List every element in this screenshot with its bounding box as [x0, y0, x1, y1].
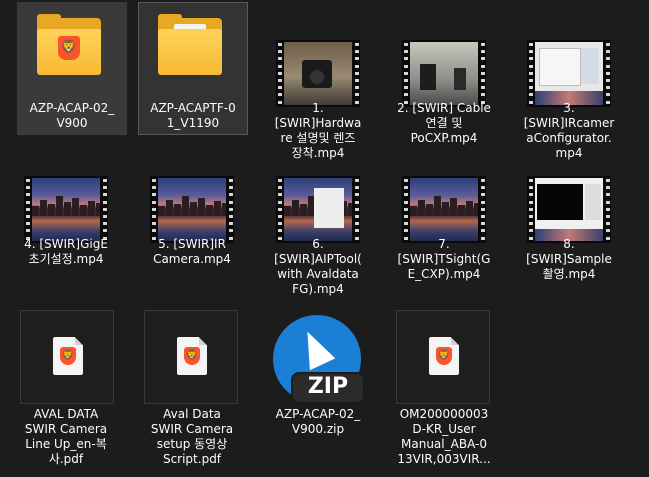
- film-perforation: [527, 176, 534, 243]
- file-name: AZP-ACAPTF-0 1_V1190: [150, 101, 236, 130]
- video-item[interactable]: 7. [SWIR]TSight(G E_CXP).mp4: [389, 164, 499, 294]
- film-perforation: [353, 176, 360, 243]
- file-name: 6. [SWIR]AIPTool( with Avaldata FG).mp4: [274, 237, 362, 296]
- zip-archive-icon: ZIP: [263, 310, 373, 405]
- file-name: AVAL DATA SWIR Camera Line Up_en-복 사.pdf: [24, 407, 108, 466]
- brave-lion-icon: 🦁: [436, 347, 452, 365]
- film-perforation: [402, 176, 409, 243]
- folder-item[interactable]: AZP-ACAPTF-0 1_V1190: [138, 2, 248, 135]
- film-perforation: [479, 176, 486, 243]
- pdf-file-icon: 🦁: [137, 310, 247, 405]
- file-name: 4. [SWIR]GigE 초기설정.mp4: [24, 237, 108, 266]
- pdf-item[interactable]: 🦁 OM200000003 D-KR_User Manual_ABA-0 13V…: [389, 310, 499, 475]
- film-perforation: [227, 176, 234, 243]
- brave-lion-icon: 🦁: [58, 36, 80, 60]
- film-perforation: [527, 40, 534, 107]
- pdf-item[interactable]: 🦁 AVAL DATA SWIR Camera Line Up_en-복 사.p…: [11, 310, 121, 475]
- pdf-item[interactable]: 🦁 Aval Data SWIR Camera setup 동영상 Script…: [137, 310, 247, 475]
- file-name: 8. [SWIR]Sample 촬영.mp4: [526, 237, 612, 281]
- video-item[interactable]: 5. [SWIR]IR Camera.mp4: [137, 164, 247, 274]
- folder-icon: [138, 2, 248, 97]
- video-item[interactable]: 2. [SWIR] Cable 연결 및 PoCXP.mp4: [389, 28, 499, 158]
- file-name: 3. [SWIR]IRcamer aConfigurator. mp4: [523, 101, 615, 160]
- file-name: 1. [SWIR]Hardwa re 설명및 렌즈 장착.mp4: [274, 101, 362, 160]
- video-item[interactable]: 3. [SWIR]IRcamer aConfigurator. mp4: [514, 28, 624, 160]
- file-name: AZP-ACAP-02_ V900: [29, 101, 115, 130]
- file-name: Aval Data SWIR Camera setup 동영상 Script.p…: [150, 407, 234, 466]
- brave-lion-icon: 🦁: [184, 347, 200, 365]
- file-name: 5. [SWIR]IR Camera.mp4: [153, 237, 231, 266]
- film-perforation: [276, 176, 283, 243]
- film-perforation: [402, 40, 409, 107]
- film-perforation: [276, 40, 283, 107]
- film-perforation: [479, 40, 486, 107]
- pdf-file-icon: 🦁: [389, 310, 499, 405]
- film-perforation: [353, 40, 360, 107]
- file-name: AZP-ACAP-02_ V900.zip: [275, 407, 361, 436]
- zip-item[interactable]: ZIP AZP-ACAP-02_ V900.zip: [263, 310, 373, 445]
- film-perforation: [101, 176, 108, 243]
- pdf-file-icon: 🦁: [11, 310, 121, 405]
- brave-lion-icon: 🦁: [60, 347, 76, 365]
- film-perforation: [604, 176, 611, 243]
- film-perforation: [150, 176, 157, 243]
- file-name: OM200000003 D-KR_User Manual_ABA-0 13VIR…: [397, 407, 491, 466]
- video-item[interactable]: 8. [SWIR]Sample 촬영.mp4: [514, 164, 624, 294]
- film-perforation: [604, 40, 611, 107]
- video-item[interactable]: 4. [SWIR]GigE 초기설정.mp4: [11, 164, 121, 274]
- folder-item[interactable]: 🦁 AZP-ACAP-02_ V900: [17, 2, 127, 135]
- folder-icon: 🦁: [17, 2, 127, 97]
- file-name: 7. [SWIR]TSight(G E_CXP).mp4: [397, 237, 491, 281]
- video-item[interactable]: 1. [SWIR]Hardwa re 설명및 렌즈 장착.mp4: [263, 28, 373, 160]
- file-name: 2. [SWIR] Cable 연결 및 PoCXP.mp4: [397, 101, 491, 145]
- film-perforation: [24, 176, 31, 243]
- video-item[interactable]: 6. [SWIR]AIPTool( with Avaldata FG).mp4: [263, 164, 373, 304]
- zip-badge: ZIP: [307, 374, 349, 399]
